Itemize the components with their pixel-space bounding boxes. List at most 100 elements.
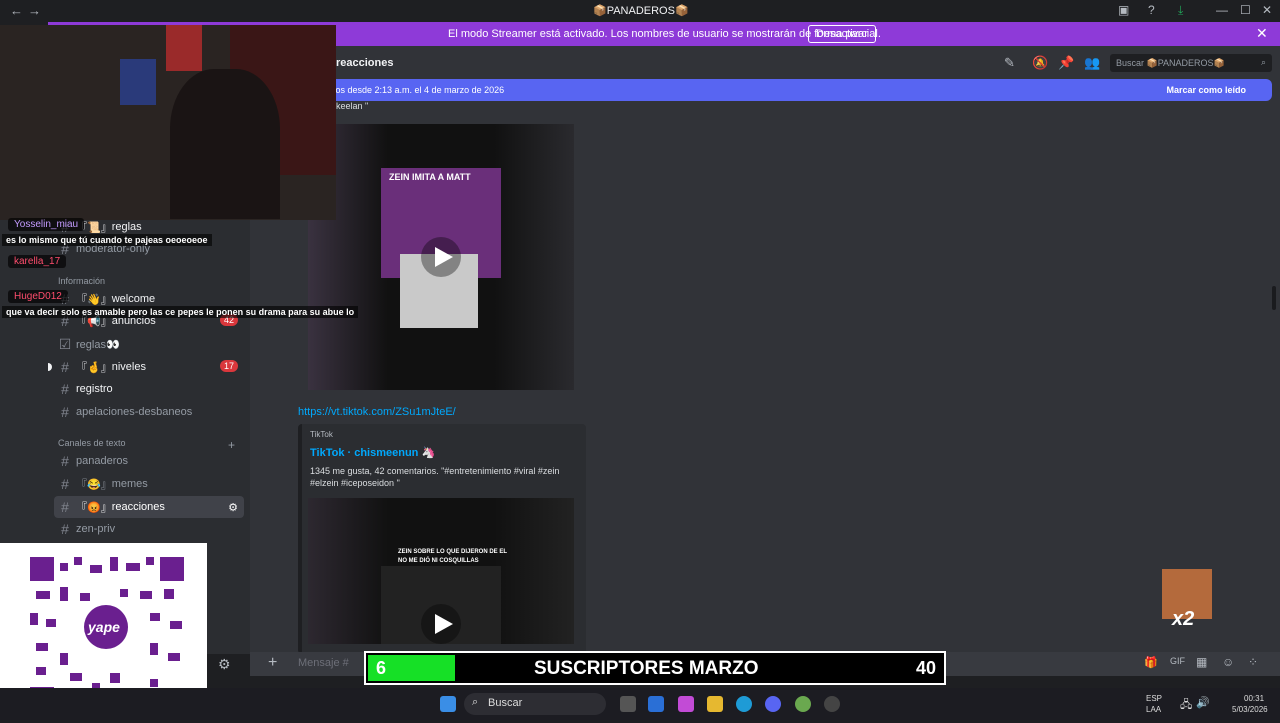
mute-icon[interactable]: 🔕 <box>1032 55 1048 71</box>
hash-icon: # <box>61 499 69 515</box>
category-informacion[interactable]: Información <box>58 276 105 286</box>
channel-label: reglas👀 <box>76 338 120 351</box>
embed-provider: TikTok <box>310 430 333 439</box>
forward-icon[interactable]: → <box>28 3 41 18</box>
deactivate-button[interactable]: Desactivar <box>808 25 876 43</box>
channel-registro[interactable]: # registro <box>54 378 244 400</box>
obs-icon[interactable] <box>824 696 840 712</box>
video-embed-2[interactable]: ZEIN SOBRE LO QUE DIJERON DE EL NO ME DI… <box>308 498 574 644</box>
unread-badge: 17 <box>219 360 238 372</box>
channel-label: memes <box>111 478 148 490</box>
task-view-icon[interactable] <box>620 696 636 712</box>
embed-description: 1345 me gusta, 42 comentarios. "#entrete… <box>310 466 560 488</box>
previous-embed-text: keelan " <box>336 101 369 111</box>
channel-label: welcome <box>111 293 156 305</box>
video-caption: ZEIN IMITA A MATT <box>389 172 471 182</box>
channel-memes[interactable]: # 『😂』 memes <box>54 473 244 495</box>
back-icon[interactable]: ← <box>10 3 23 18</box>
subs-title: SUSCRIPTORES MARZO <box>534 658 759 679</box>
gif-icon[interactable]: GIF <box>1170 656 1185 666</box>
tiktok-link[interactable]: https://vt.tiktok.com/ZSu1mJteE/ <box>298 406 456 418</box>
language-layout[interactable]: LAA <box>1146 705 1161 714</box>
gift-icon[interactable]: 🎁 <box>1144 656 1158 669</box>
apps-icon[interactable]: ⁘ <box>1248 655 1258 669</box>
clock-date[interactable]: 5/03/2026 <box>1232 705 1268 714</box>
channel-label: registro <box>76 383 113 395</box>
chat-message: que va decir solo es amable pero las ce … <box>2 306 359 318</box>
app-icon[interactable] <box>795 696 811 712</box>
minimize-button[interactable]: — <box>1216 3 1228 17</box>
subs-goal: 40 <box>915 658 936 678</box>
language-code[interactable]: ESP <box>1146 694 1162 703</box>
hash-icon: # <box>61 381 69 397</box>
channel-niveles[interactable]: # 『🤞』 niveles 17 <box>54 356 244 378</box>
poster <box>166 25 202 71</box>
maximize-button[interactable]: ☐ <box>1240 3 1251 17</box>
message-placeholder: Mensaje # <box>298 657 349 669</box>
copilot-icon[interactable] <box>678 696 694 712</box>
subs-goal-bar: 6 SUSCRIPTORES MARZO 40 <box>364 651 946 685</box>
chat-area: reacciones ✎ 🔕 📌 👥 Buscar 📦PANADEROS📦 ⌕ … <box>250 46 1280 654</box>
close-icon[interactable]: ✕ <box>1256 25 1268 42</box>
sticker-icon[interactable]: ▦ <box>1196 655 1207 669</box>
volume-icon[interactable]: 🔊 <box>1196 696 1210 709</box>
members-icon[interactable]: 👥 <box>1084 55 1100 71</box>
unread-indicator <box>48 363 52 371</box>
discord-icon[interactable] <box>765 696 781 712</box>
channel-label: reacciones <box>111 501 165 513</box>
hash-icon: # <box>61 453 69 469</box>
channel-label: apelaciones-desbaneos <box>76 406 193 418</box>
channel-prefix: 『🤞』 <box>76 362 112 374</box>
rules-icon: ☑ <box>58 335 72 352</box>
channel-reglas-2[interactable]: ☑ reglas👀 <box>54 333 244 355</box>
embed-title[interactable]: TikTok · chismeenun 🦄 <box>310 446 435 459</box>
play-icon[interactable] <box>419 235 463 279</box>
start-icon[interactable] <box>440 696 456 712</box>
video-caption: ZEIN SOBRE LO QUE DIJERON DE EL NO ME DI… <box>398 549 507 564</box>
settings-icon[interactable]: ⚙ <box>228 501 238 514</box>
close-button[interactable]: ✕ <box>1262 3 1272 17</box>
add-attachment-icon[interactable]: + <box>268 654 277 672</box>
poster <box>120 59 156 105</box>
search-input[interactable]: Buscar 📦PANADEROS📦 ⌕ <box>1110 54 1272 72</box>
multiplier-label: x2 <box>1172 608 1195 630</box>
channel-reacciones[interactable]: # 『😡』 reacciones ⚙ <box>54 496 244 518</box>
channel-label: niveles <box>111 361 146 373</box>
channel-panaderos[interactable]: # panaderos <box>54 450 244 472</box>
pin-icon[interactable]: 📌 <box>1058 55 1074 71</box>
help-icon[interactable]: ? <box>1148 3 1155 17</box>
chat-username: HugeD012 <box>8 290 68 303</box>
chat-username: karella_17 <box>8 255 67 268</box>
chat-message: es lo mismo que tú cuando te pajeas oeoe… <box>2 234 212 246</box>
search-placeholder: Buscar 📦PANADEROS📦 <box>1116 58 1225 68</box>
new-messages-bar[interactable]: vos desde 2:13 a.m. el 4 de marzo de 202… <box>306 79 1272 101</box>
user-settings-icon[interactable]: ⚙ <box>218 656 231 673</box>
channel-header-title: reacciones <box>336 57 394 69</box>
video-embed[interactable]: ZEIN IMITA A MATT <box>308 124 574 390</box>
channel-zen-priv[interactable]: # zen-priv <box>54 518 244 540</box>
explorer-icon[interactable] <box>707 696 723 712</box>
network-icon[interactable]: 🖧 <box>1180 696 1192 715</box>
channel-label: reglas <box>111 221 142 233</box>
scrollbar-thumb[interactable] <box>1272 286 1276 310</box>
title-bar: ← → 📦PANADEROS📦 ▣ ? ⤓ — ☐ ✕ <box>0 0 1280 22</box>
search-icon: ⌕ <box>1260 57 1266 67</box>
channel-apelaciones[interactable]: # apelaciones-desbaneos <box>54 401 244 423</box>
taskbar: ⌕ Buscar ESP LAA 🖧 🔊 00:31 5/03/2026 <box>0 688 1280 720</box>
yape-logo: yape <box>88 619 120 635</box>
edge-icon[interactable] <box>736 696 752 712</box>
threads-icon[interactable]: ✎ <box>1004 55 1015 71</box>
category-canales-texto[interactable]: Canales de texto <box>58 438 126 448</box>
store-icon[interactable] <box>648 696 664 712</box>
mark-as-read-button[interactable]: Marcar como leído <box>1166 85 1246 95</box>
channel-prefix: 『😂』 <box>76 479 112 491</box>
clock-time[interactable]: 00:31 <box>1244 694 1264 703</box>
new-messages-text: vos desde 2:13 a.m. el 4 de marzo de 202… <box>331 85 505 95</box>
play-icon[interactable] <box>419 602 463 646</box>
download-icon[interactable]: ⤓ <box>1178 3 1183 18</box>
channel-label: panaderos <box>76 455 128 467</box>
emoji-icon[interactable]: ☺ <box>1222 655 1234 669</box>
inbox-icon[interactable]: ▣ <box>1118 3 1129 17</box>
taskbar-search[interactable]: ⌕ Buscar <box>464 693 606 715</box>
search-icon: ⌕ <box>472 696 479 708</box>
